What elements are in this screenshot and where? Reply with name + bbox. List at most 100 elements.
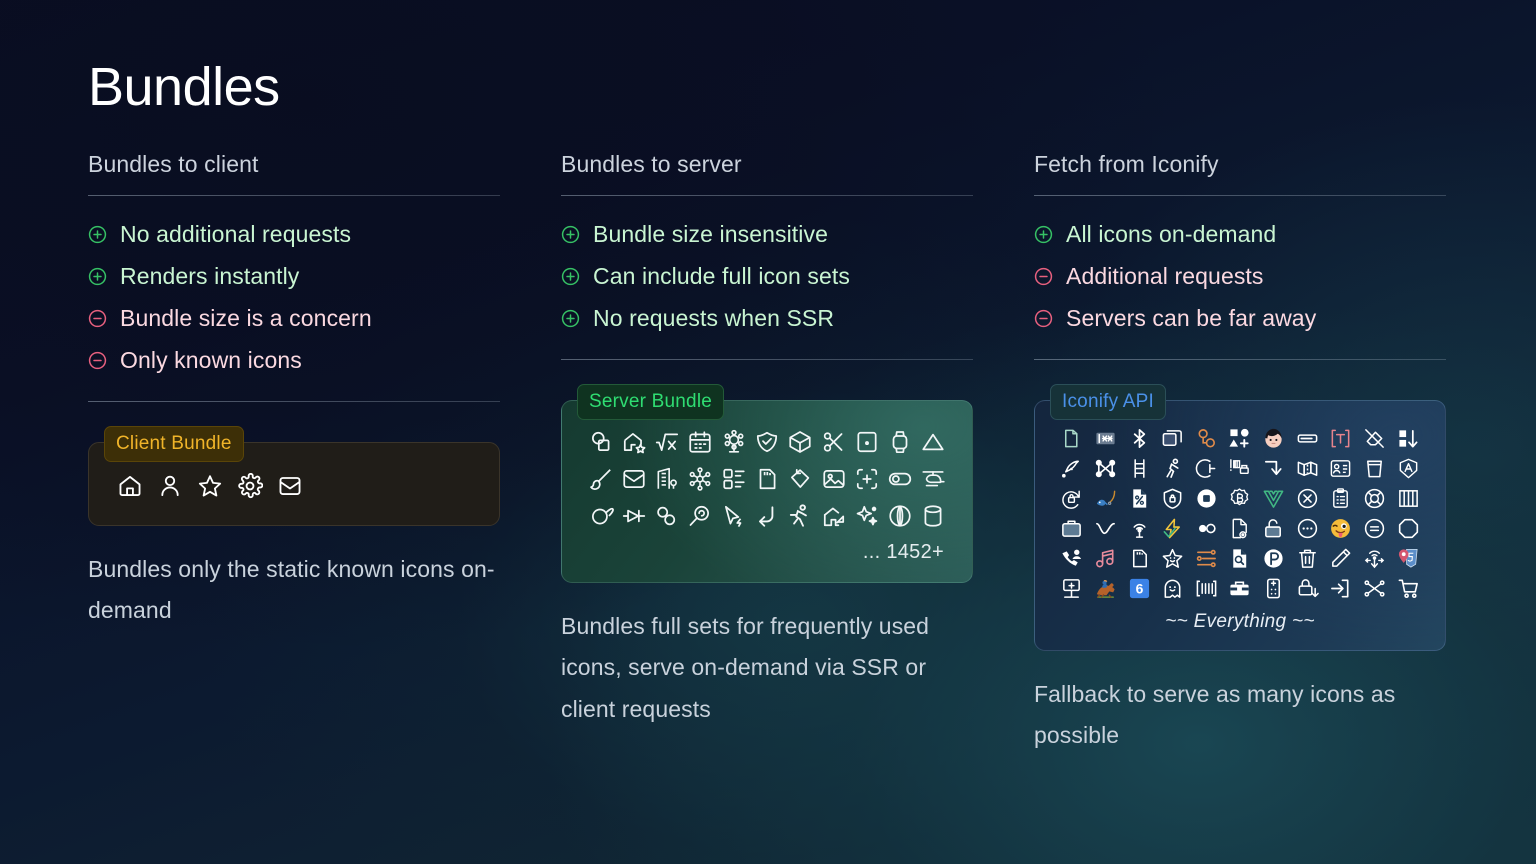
- bullet-text: All icons on-demand: [1066, 223, 1276, 246]
- angular-icon: [1397, 457, 1420, 480]
- shapes-overlap-icon: [588, 429, 614, 455]
- wink-tongue-emoji-icon: [1329, 517, 1352, 540]
- lifebuoy-icon: [1363, 487, 1386, 510]
- column-fetch-from-iconify: Fetch from Iconify All icons on-demand A…: [1034, 151, 1446, 756]
- bullet-text: Can include full icon sets: [593, 265, 850, 288]
- parking-icon: [1262, 547, 1285, 570]
- dot-circle-icon: [1195, 517, 1218, 540]
- file-percent-icon: [1128, 487, 1151, 510]
- gear-icon: [237, 473, 263, 499]
- fishing-icon: [1094, 487, 1117, 510]
- minus-circle-icon: [1034, 309, 1053, 328]
- running-person-icon: [787, 503, 813, 529]
- bullet-list-client: No additional requests Renders instantly…: [88, 196, 500, 382]
- tag-refresh-icon: [787, 466, 813, 492]
- pen-icon: [1329, 547, 1352, 570]
- plus-circle-icon: [88, 267, 107, 286]
- calendar-icon: [687, 429, 713, 455]
- id-card-icon: [1329, 457, 1352, 480]
- walking-person-icon: [1161, 457, 1184, 480]
- bullet-item: No requests when SSR: [561, 298, 973, 340]
- sd-card-icon: [1128, 547, 1151, 570]
- bullet-item: Renders instantly: [88, 256, 500, 298]
- server-bundle-label: Server Bundle: [577, 384, 724, 420]
- caption-iconify: Fallback to serve as many icons as possi…: [1034, 674, 1446, 757]
- bullet-item: Only known icons: [88, 340, 500, 382]
- bullets-divider-client: [88, 401, 500, 402]
- column-heading-server: Bundles to server: [561, 151, 973, 195]
- ghost-smile-icon: [1161, 577, 1184, 600]
- client-bundle-icon-row: [117, 473, 471, 499]
- toggle-eye-icon: [887, 466, 913, 492]
- lightning-check-icon: [1161, 517, 1184, 540]
- dots-circle-icon: [1296, 517, 1319, 540]
- dashboard-blocks-icon: [721, 466, 747, 492]
- caption-server: Bundles full sets for frequently used ic…: [561, 606, 973, 730]
- power-circle-icon: [1195, 457, 1218, 480]
- slide-root: Bundles Bundles to client No additional …: [0, 0, 1536, 864]
- caption-client: Bundles only the static known icons on-d…: [88, 549, 500, 632]
- bullet-item: Bundle size insensitive: [561, 214, 973, 256]
- warning-box-icon: [1228, 457, 1251, 480]
- bullet-text: Servers can be far away: [1066, 307, 1316, 330]
- person-icon: [157, 473, 183, 499]
- bullet-text: No requests when SSR: [593, 307, 834, 330]
- bullet-item: All icons on-demand: [1034, 214, 1446, 256]
- planet-icon: [588, 503, 614, 529]
- antenna-icon: [1128, 517, 1151, 540]
- sliders-icon: [1195, 547, 1218, 570]
- plus-circle-icon: [1034, 225, 1053, 244]
- bullet-text: Bundle size insensitive: [593, 223, 828, 246]
- open-door-icon: [1060, 427, 1083, 450]
- bullet-item: No additional requests: [88, 214, 500, 256]
- minus-circle-icon: [88, 351, 107, 370]
- star-icon: [197, 473, 223, 499]
- iconify-api-footer: ~~ Everything ~~: [1055, 600, 1425, 638]
- magnifier-swirl-icon: [687, 503, 713, 529]
- plus-circle-icon: [88, 225, 107, 244]
- eraser-slash-icon: [1363, 427, 1386, 450]
- bullets-divider-iconify: [1034, 359, 1446, 360]
- star-smile-icon: [1161, 547, 1184, 570]
- login-icon: [1329, 577, 1352, 600]
- iconify-api-label: Iconify API: [1050, 384, 1166, 420]
- iconify-api-card: 6 ~~ Everything ~~: [1034, 400, 1446, 651]
- bullet-text: Only known icons: [120, 349, 302, 372]
- paw-icon: [654, 503, 680, 529]
- arrow-turn-down-icon: [1262, 457, 1285, 480]
- paintbrush-icon: [588, 466, 614, 492]
- vue-icon: [1262, 487, 1285, 510]
- bullet-item: Servers can be far away: [1034, 298, 1446, 340]
- ferris-wheel-icon: [721, 429, 747, 455]
- equals-circle-icon: [1363, 517, 1386, 540]
- shapes-add-icon: [1228, 427, 1251, 450]
- music-notes-icon: [1094, 547, 1117, 570]
- tablet-dot-icon: [854, 429, 880, 455]
- shuffle-nodes-icon: [1363, 577, 1386, 600]
- bullet-item: Bundle size is a concern: [88, 298, 500, 340]
- barcode-scan-icon: [1195, 577, 1218, 600]
- building-pin-icon: [654, 466, 680, 492]
- inbox-icon: [277, 473, 303, 499]
- home-star-icon: [621, 429, 647, 455]
- clipboard-list-icon: [1329, 487, 1352, 510]
- plus-circle-icon: [561, 225, 580, 244]
- client-bundle-label: Client Bundle: [104, 426, 244, 462]
- database-icon: [920, 503, 946, 529]
- text-tool-icon: [1329, 427, 1352, 450]
- bluetooth-icon: [1128, 427, 1151, 450]
- ladder-icon: [1128, 457, 1151, 480]
- column-bundles-to-server: Bundles to server Bundle size insensitiv…: [561, 151, 973, 730]
- home-icon: [117, 473, 143, 499]
- stop-record-icon: [1195, 487, 1218, 510]
- wifi-transfer-icon: [1363, 547, 1386, 570]
- minus-circle-icon: [1034, 267, 1053, 286]
- plus-circle-icon: [561, 267, 580, 286]
- shield-check-icon: [754, 429, 780, 455]
- page-title: Bundles: [88, 58, 1448, 117]
- number-six-icon: 6: [1128, 577, 1151, 600]
- iconify-api-icon-grid: 6: [1055, 427, 1425, 600]
- unlock-icon: [1262, 517, 1285, 540]
- cup-icon: [1363, 457, 1386, 480]
- image-icon: [821, 466, 847, 492]
